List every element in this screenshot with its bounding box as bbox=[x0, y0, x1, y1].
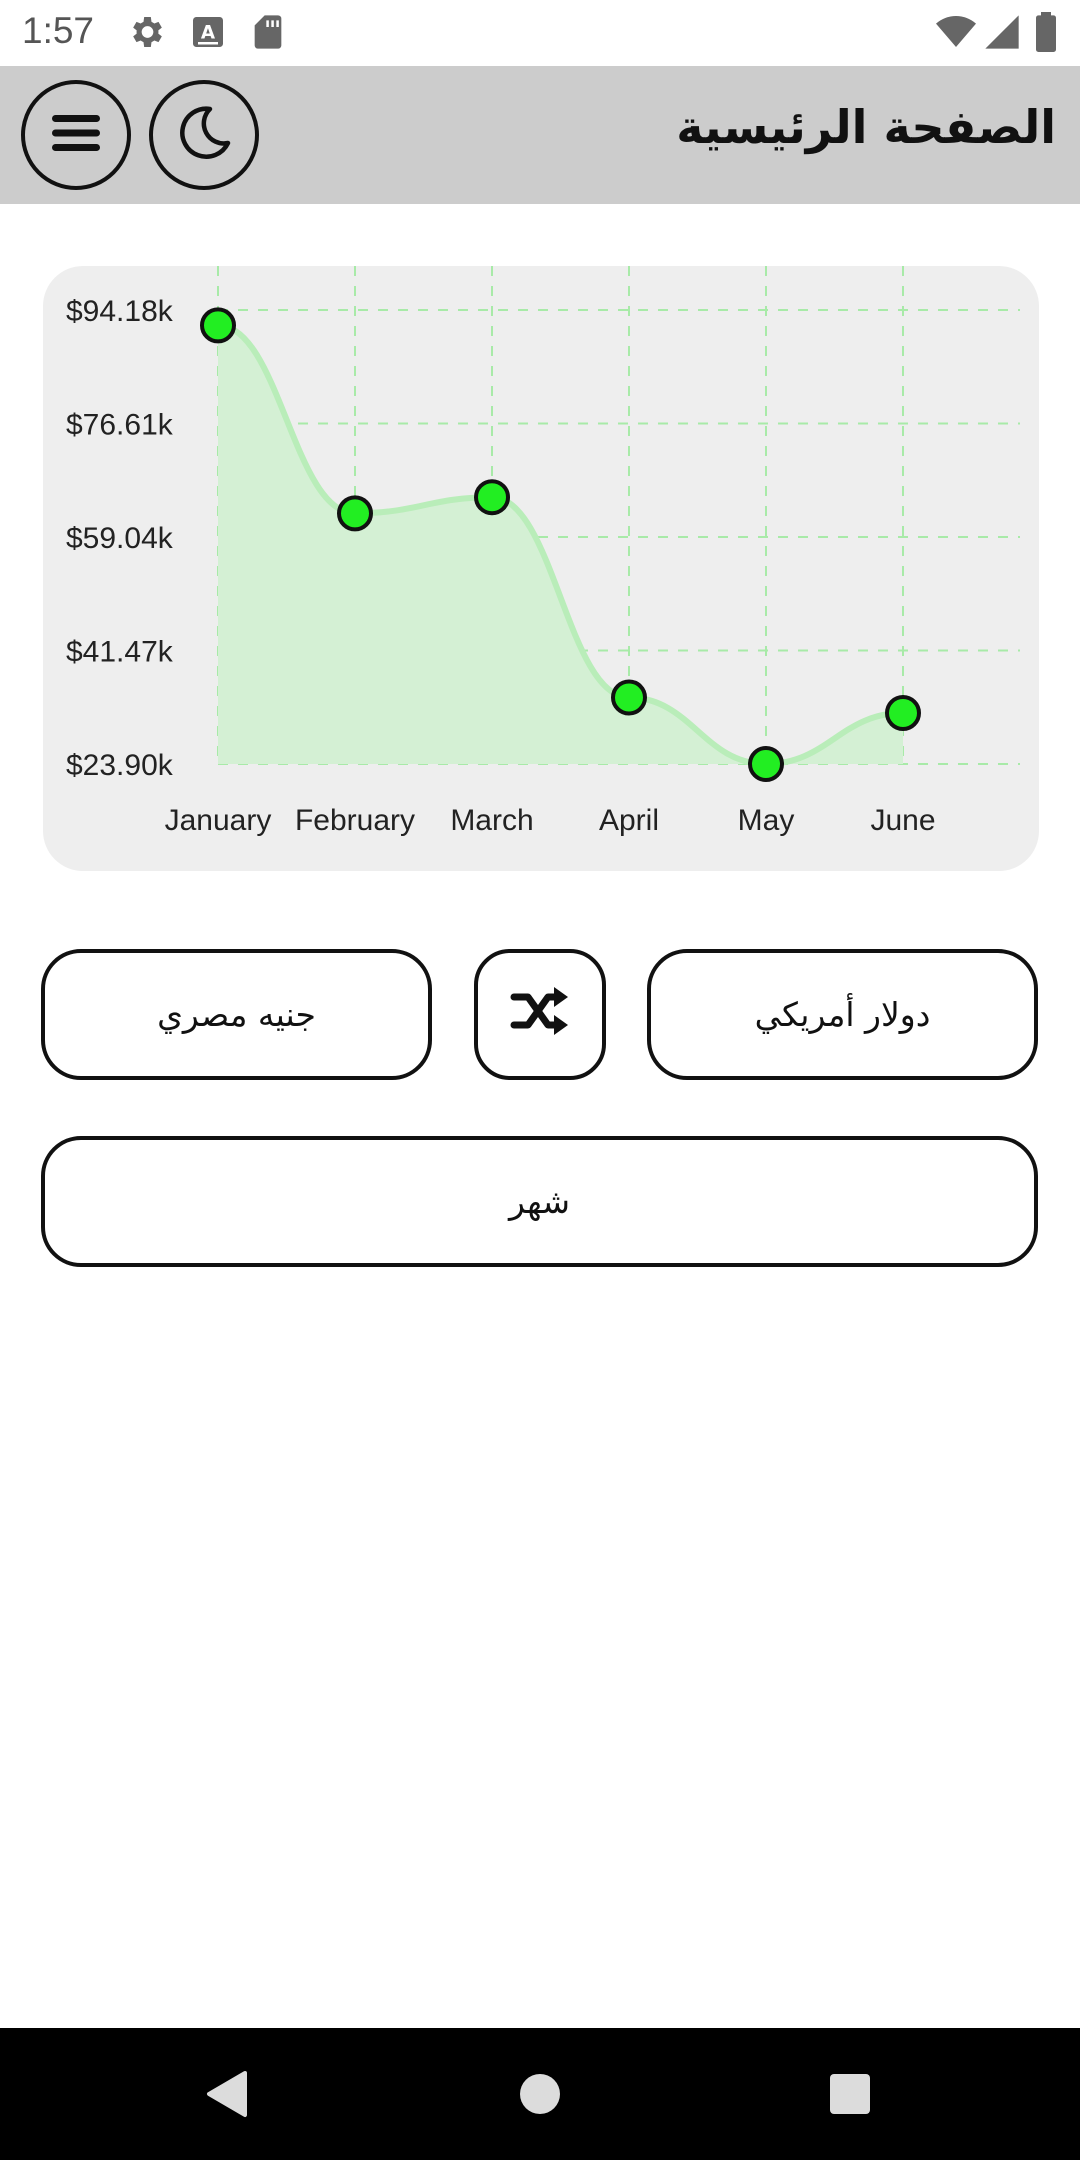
home-icon bbox=[518, 2072, 562, 2120]
from-currency-button[interactable]: دولار أمريكي bbox=[647, 949, 1038, 1080]
signal-icon bbox=[982, 12, 1022, 56]
sd-card-icon bbox=[248, 12, 288, 56]
to-currency-label: جنيه مصري bbox=[157, 995, 316, 1034]
theme-toggle-button[interactable] bbox=[149, 80, 259, 190]
wifi-icon bbox=[934, 12, 978, 56]
period-button[interactable]: شهر bbox=[41, 1136, 1038, 1267]
navigation-bar bbox=[0, 2028, 1080, 2160]
battery-icon bbox=[1034, 12, 1058, 56]
status-time: 1:57 bbox=[22, 10, 95, 51]
menu-button[interactable] bbox=[21, 80, 131, 190]
shuffle-icon bbox=[510, 983, 570, 1047]
from-currency-label: دولار أمريكي bbox=[754, 995, 931, 1034]
recents-icon bbox=[828, 2072, 872, 2120]
period-label: شهر bbox=[508, 1182, 571, 1221]
swap-currencies-button[interactable] bbox=[474, 949, 606, 1080]
app-bar: الصفحة الرئيسية bbox=[0, 66, 1080, 204]
back-icon bbox=[203, 2069, 249, 2123]
status-bar: 1:57 A bbox=[0, 0, 1080, 66]
menu-icon bbox=[48, 105, 104, 165]
chart-card bbox=[43, 266, 1039, 871]
page-title: الصفحة الرئيسية bbox=[676, 100, 1056, 154]
svg-text:A: A bbox=[201, 23, 216, 44]
a-icon: A bbox=[188, 12, 228, 56]
to-currency-button[interactable]: جنيه مصري bbox=[41, 949, 432, 1080]
back-button[interactable] bbox=[196, 2066, 256, 2126]
moon-icon bbox=[174, 103, 234, 167]
home-button[interactable] bbox=[510, 2066, 570, 2126]
gear-icon bbox=[126, 12, 166, 56]
recents-button[interactable] bbox=[820, 2066, 880, 2126]
